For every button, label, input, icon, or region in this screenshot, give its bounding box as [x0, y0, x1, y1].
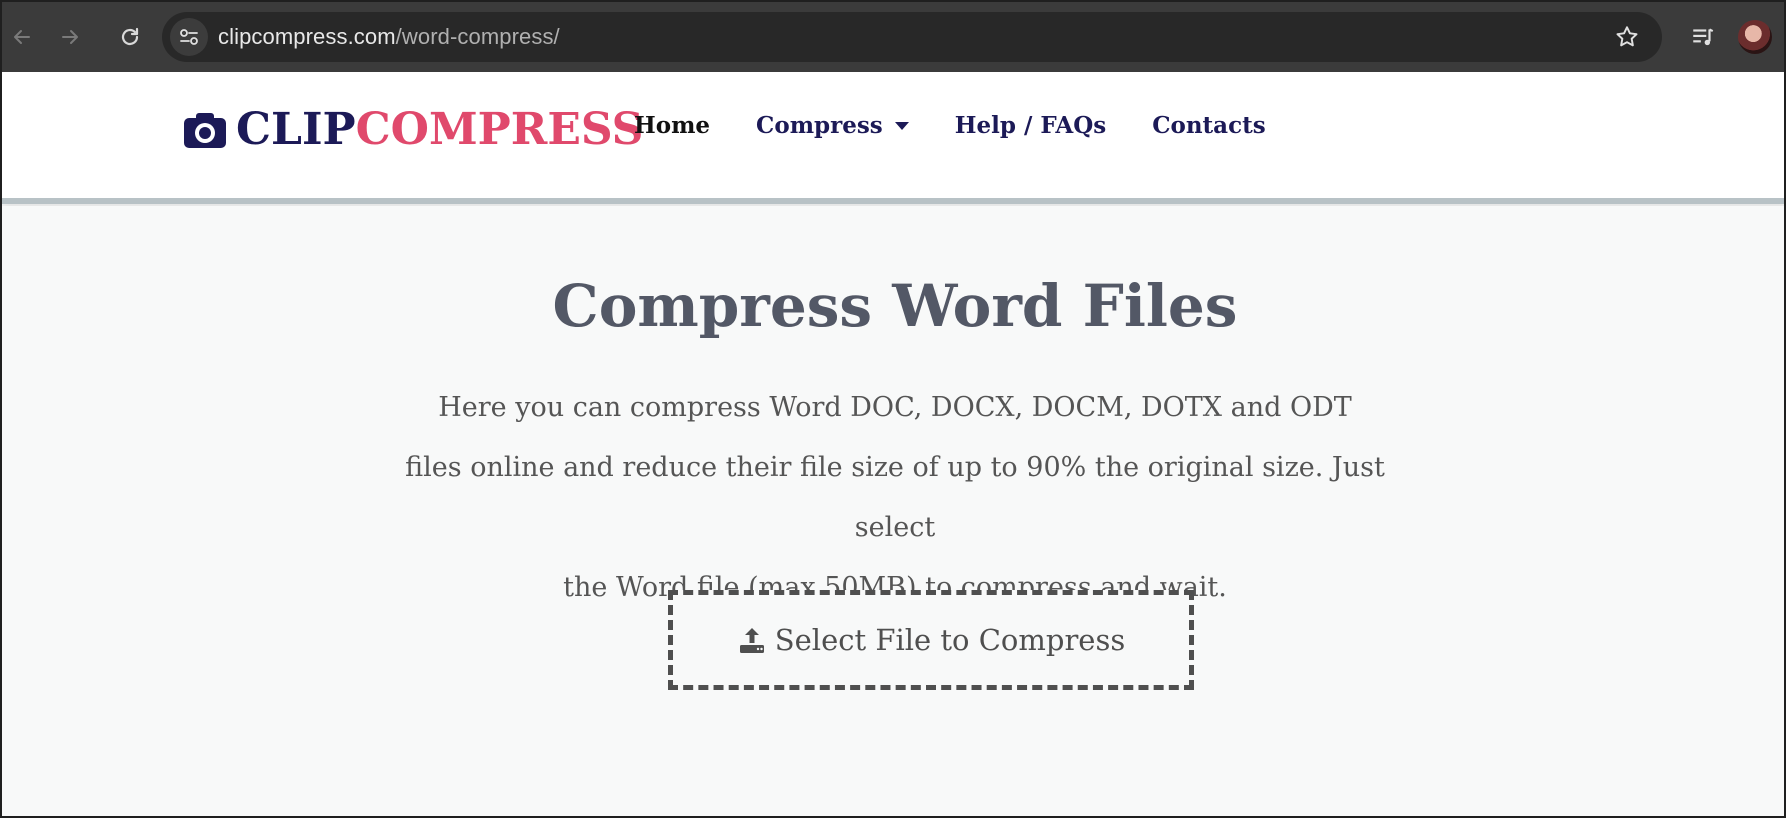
profile-avatar[interactable] — [1738, 20, 1772, 54]
reload-icon — [121, 27, 139, 46]
description-line: files online and reduce their file size … — [405, 452, 1385, 543]
page-title: Compress Word Files — [552, 272, 1238, 340]
media-control-button[interactable] — [1686, 20, 1720, 54]
back-button[interactable] — [2, 17, 42, 57]
browser-window: clipcompress.com/word-compress/ CLIP COM… — [0, 0, 1786, 818]
site-info-icon — [180, 29, 198, 45]
logo-text-clip: CLIP — [236, 104, 356, 155]
select-file-label: Select File to Compress — [774, 623, 1126, 657]
back-arrow-icon — [14, 30, 30, 44]
camera-icon — [184, 113, 226, 148]
address-bar[interactable]: clipcompress.com/word-compress/ — [162, 12, 1662, 62]
reload-button[interactable] — [110, 17, 150, 57]
media-queue-icon — [1693, 28, 1714, 46]
bookmark-star-button[interactable] — [1612, 22, 1642, 52]
select-file-button[interactable]: Select File to Compress — [668, 590, 1194, 690]
caret-down-icon — [894, 121, 909, 130]
page-description: Here you can compress Word DOC, DOCX, DO… — [365, 378, 1425, 618]
nav-compress-dropdown[interactable]: Compress — [756, 112, 909, 139]
url-text[interactable]: clipcompress.com/word-compress/ — [218, 24, 560, 50]
nav-help-link[interactable]: Help / FAQs — [955, 112, 1106, 139]
upload-icon — [739, 628, 764, 653]
url-path: /word-compress/ — [395, 24, 560, 49]
main-navigation: Home Compress Help / FAQs Contacts — [634, 112, 1266, 139]
description-line: Here you can compress Word DOC, DOCX, DO… — [438, 392, 1352, 423]
star-icon — [1616, 26, 1638, 47]
logo-text-compress: COMPRESS — [355, 104, 644, 155]
main-content: Compress Word Files Here you can compres… — [2, 206, 1784, 816]
forward-button[interactable] — [50, 17, 90, 57]
nav-compress-label: Compress — [756, 112, 883, 139]
url-domain: clipcompress.com — [218, 24, 396, 49]
site-info-button[interactable] — [170, 18, 208, 56]
nav-contacts-link[interactable]: Contacts — [1152, 112, 1265, 139]
site-logo[interactable]: CLIP COMPRESS — [182, 108, 643, 152]
site-header: CLIP COMPRESS Home Compress Help / FAQs C… — [2, 72, 1784, 198]
nav-home-link[interactable]: Home — [634, 112, 710, 139]
browser-toolbar: clipcompress.com/word-compress/ — [2, 2, 1784, 72]
forward-arrow-icon — [62, 30, 78, 44]
